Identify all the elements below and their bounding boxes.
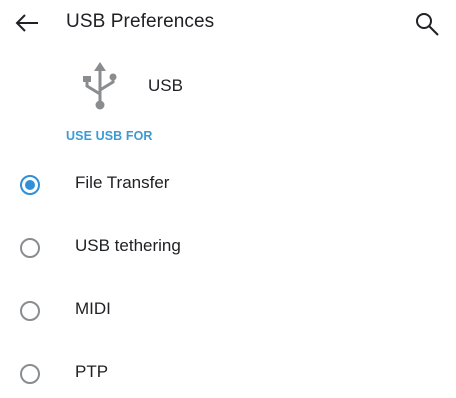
usb-icon: [83, 62, 117, 110]
page-title: USB Preferences: [66, 11, 215, 32]
option-label: PTP: [75, 362, 109, 381]
app-bar: USB Preferences: [0, 0, 456, 46]
option-label: MIDI: [75, 299, 111, 318]
option-usb-tethering[interactable]: USB tethering: [0, 219, 456, 281]
usb-preferences-screen: USB Preferences USB USE USB FOR File Tra…: [0, 0, 456, 398]
usb-device-header: USB: [0, 56, 456, 118]
option-file-transfer[interactable]: File Transfer: [0, 156, 456, 218]
option-midi[interactable]: MIDI: [0, 282, 456, 344]
option-label: USB tethering: [75, 236, 181, 255]
arrow-left-icon: [15, 14, 38, 32]
section-header: USE USB FOR: [66, 129, 153, 143]
search-button[interactable]: [410, 7, 444, 41]
radio-button-checked[interactable]: [20, 175, 40, 195]
radio-button[interactable]: [20, 301, 40, 321]
radio-button[interactable]: [20, 238, 40, 258]
search-icon: [416, 13, 439, 36]
option-ptp[interactable]: PTP: [0, 345, 456, 398]
back-button[interactable]: [10, 8, 44, 38]
usb-label: USB: [148, 76, 183, 95]
option-label: File Transfer: [75, 173, 170, 192]
radio-button[interactable]: [20, 364, 40, 384]
